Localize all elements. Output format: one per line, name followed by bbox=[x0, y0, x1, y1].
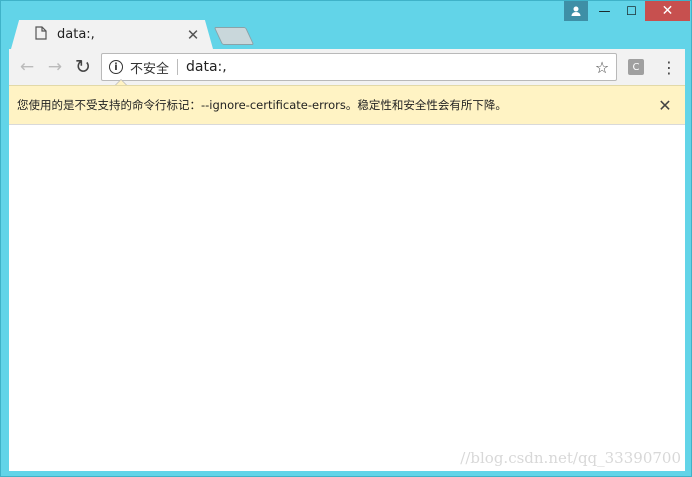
page-icon bbox=[35, 25, 47, 44]
browser-window: data:, ✕ — ☐ ✕ ← → ↻ i 不安全 data:, ☆ C ⋮ … bbox=[0, 0, 692, 477]
info-icon[interactable]: i bbox=[109, 60, 123, 74]
forward-button[interactable]: → bbox=[41, 49, 69, 85]
address-bar[interactable]: i 不安全 data:, ☆ bbox=[101, 53, 617, 81]
star-icon[interactable]: ☆ bbox=[592, 58, 612, 77]
menu-icon[interactable]: ⋮ bbox=[659, 49, 679, 85]
tab-close-icon[interactable]: ✕ bbox=[185, 26, 201, 44]
new-tab-button[interactable] bbox=[213, 27, 255, 45]
tab-title: data:, bbox=[57, 27, 95, 42]
url-input[interactable]: data:, bbox=[186, 59, 592, 75]
extension-icon[interactable]: C bbox=[628, 59, 644, 75]
maximize-button[interactable]: ☐ bbox=[618, 1, 645, 21]
reload-button[interactable]: ↻ bbox=[69, 49, 97, 85]
close-button[interactable]: ✕ bbox=[645, 1, 690, 21]
page-content: //blog.csdn.net/qq_33390700 bbox=[9, 125, 685, 471]
divider bbox=[177, 59, 179, 75]
infobar-message: 您使用的是不受支持的命令行标记：--ignore-certificate-err… bbox=[17, 98, 507, 112]
tab-active[interactable]: data:, ✕ bbox=[11, 20, 213, 49]
infobar-close-icon[interactable]: ✕ bbox=[653, 96, 677, 115]
title-bar[interactable]: data:, ✕ — ☐ ✕ bbox=[1, 1, 691, 49]
watermark: //blog.csdn.net/qq_33390700 bbox=[460, 449, 681, 467]
minimize-button[interactable]: — bbox=[591, 1, 618, 21]
warning-infobar: 您使用的是不受支持的命令行标记：--ignore-certificate-err… bbox=[9, 85, 685, 125]
back-button[interactable]: ← bbox=[13, 49, 41, 85]
profile-icon[interactable] bbox=[564, 1, 588, 21]
security-label[interactable]: 不安全 bbox=[130, 58, 169, 77]
toolbar: ← → ↻ i 不安全 data:, ☆ C ⋮ bbox=[9, 49, 685, 87]
